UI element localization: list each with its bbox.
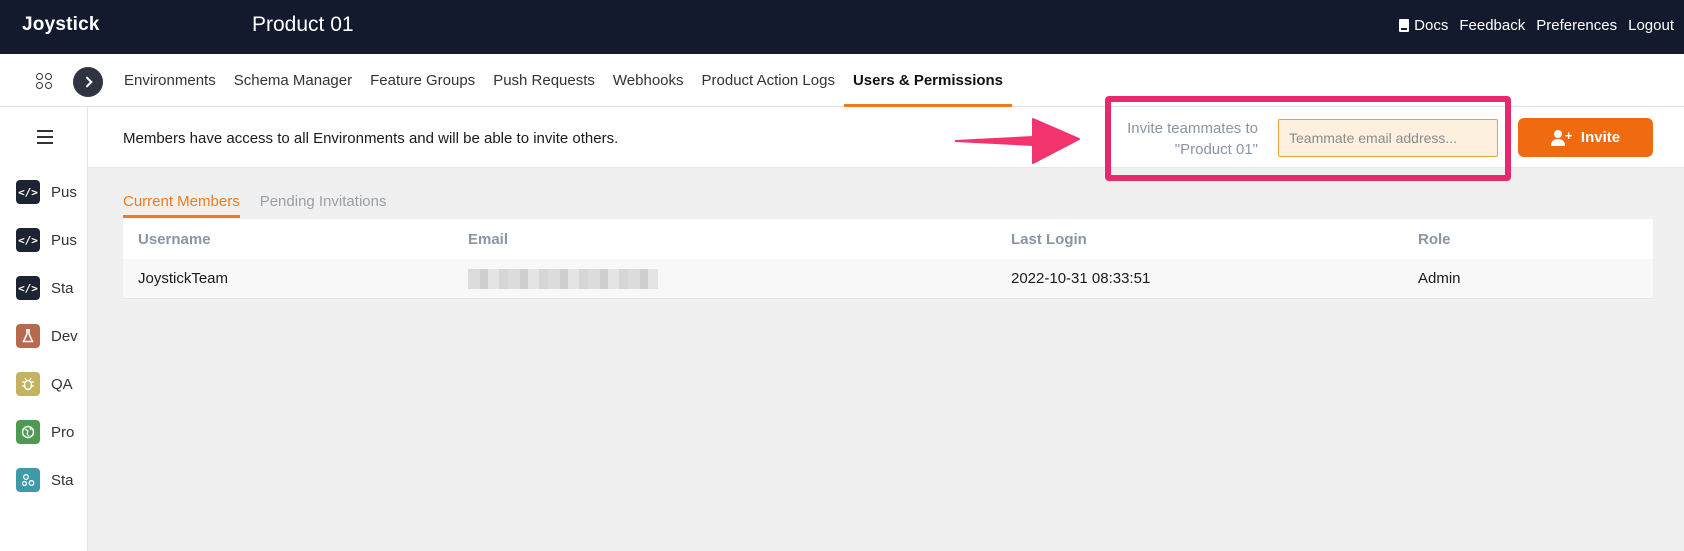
invite-button-label: Invite: [1580, 129, 1621, 146]
sidebar-item-label: Sta: [51, 279, 74, 297]
table-header: Username Email Last Login Role: [123, 219, 1653, 259]
sidebar-item-label: Sta: [51, 471, 74, 489]
cell-last-login: 2022-10-31 08:33:51: [1011, 270, 1151, 287]
sidebar-item-env-1[interactable]: </> Pus: [16, 180, 77, 204]
tab-current-members[interactable]: Current Members: [123, 193, 240, 218]
tab-schema-manager[interactable]: Schema Manager: [225, 54, 361, 107]
chevron-right-icon: [80, 76, 93, 88]
sidebar-item-env-dev[interactable]: Dev: [16, 324, 78, 348]
cell-username: JoystickTeam: [138, 270, 229, 287]
docs-link[interactable]: Docs: [1399, 17, 1448, 34]
feedback-link[interactable]: Feedback: [1459, 17, 1525, 34]
sidebar-item-env-staging[interactable]: Sta: [16, 468, 74, 492]
column-header-username[interactable]: Username: [123, 231, 453, 248]
members-access-note: Members have access to all Environments …: [123, 130, 619, 147]
logout-link[interactable]: Logout: [1628, 17, 1674, 34]
column-header-email[interactable]: Email: [453, 231, 996, 248]
app-logo[interactable]: Joystick: [22, 14, 100, 36]
flask-icon: [16, 324, 40, 348]
redacted-email: [468, 268, 658, 289]
product-title: Product 01: [252, 13, 354, 36]
cell-email: [453, 268, 996, 289]
member-tabs: Current Members Pending Invitations: [123, 193, 386, 218]
nodes-icon: [16, 468, 40, 492]
top-bar: Joystick Product 01 Docs Feedback Prefer…: [0, 0, 1684, 54]
sidebar-item-label: Pus: [51, 183, 77, 201]
code-icon: </>: [16, 228, 40, 252]
sidebar-item-label: QA: [51, 375, 73, 393]
sidebar-item-env-3[interactable]: </> Sta: [16, 276, 74, 300]
code-icon: </>: [16, 276, 40, 300]
book-icon: [1399, 19, 1410, 32]
sidebar-item-env-2[interactable]: </> Pus: [16, 228, 77, 252]
tab-pending-invitations[interactable]: Pending Invitations: [260, 193, 387, 218]
column-header-role[interactable]: Role: [1403, 231, 1653, 248]
sidebar-item-label: Pus: [51, 231, 77, 249]
tab-feature-groups[interactable]: Feature Groups: [361, 54, 484, 107]
docs-label: Docs: [1414, 17, 1449, 34]
tab-environments[interactable]: Environments: [115, 54, 225, 107]
user-plus-icon: +: [1550, 128, 1573, 146]
globe-icon: [16, 420, 40, 444]
code-icon: </>: [16, 180, 40, 204]
tab-users-permissions[interactable]: Users & Permissions: [843, 54, 1013, 107]
table-row[interactable]: JoystickTeam 2022-10-31 08:33:51 Admin: [123, 259, 1653, 299]
sidebar-item-label: Pro: [51, 423, 75, 441]
tab-product-action-logs[interactable]: Product Action Logs: [693, 54, 844, 107]
main-tabs: Environments Schema Manager Feature Grou…: [115, 54, 1013, 107]
column-header-last-login[interactable]: Last Login: [996, 231, 1403, 248]
sidebar-item-label: Dev: [51, 327, 78, 345]
tab-push-requests[interactable]: Push Requests: [484, 54, 604, 107]
arrow-annotation: [955, 118, 1080, 164]
highlight-annotation-box: [1105, 96, 1511, 181]
cell-role: Admin: [1418, 270, 1461, 287]
sidebar-item-env-qa[interactable]: QA: [16, 372, 73, 396]
sidebar-item-env-prod[interactable]: Pro: [16, 420, 74, 444]
invite-button[interactable]: + Invite: [1518, 118, 1653, 157]
preferences-link[interactable]: Preferences: [1536, 17, 1617, 34]
tab-webhooks[interactable]: Webhooks: [604, 54, 693, 107]
apps-grid-icon[interactable]: [36, 73, 52, 89]
list-icon[interactable]: [37, 130, 53, 144]
members-table: Username Email Last Login Role JoystickT…: [123, 219, 1653, 299]
expand-sidebar-button[interactable]: [73, 67, 103, 97]
top-links: Docs Feedback Preferences Logout: [1399, 17, 1674, 34]
bug-icon: [16, 372, 40, 396]
